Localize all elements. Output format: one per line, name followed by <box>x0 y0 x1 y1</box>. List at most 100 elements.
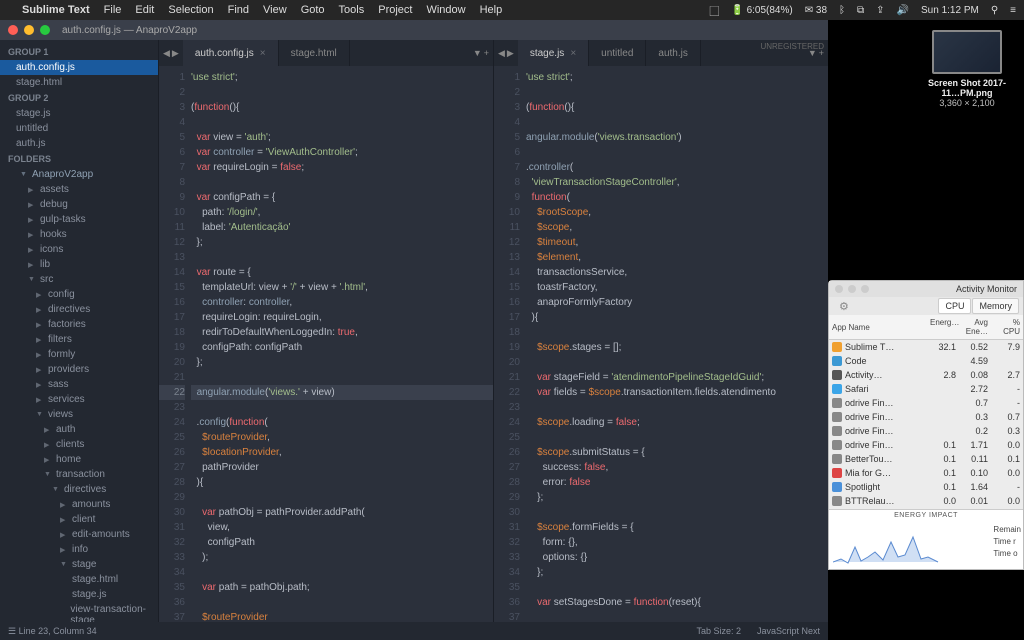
sidebar-folder[interactable]: ▼stage <box>0 557 158 572</box>
status-tabsize[interactable]: Tab Size: 2 <box>696 626 741 636</box>
sidebar-open-file[interactable]: stage.html <box>0 75 158 90</box>
sidebar-folder[interactable]: ▶amounts <box>0 497 158 512</box>
sidebar-file[interactable]: stage.js <box>0 587 158 602</box>
tab-prev-icon[interactable]: ◀ <box>163 48 170 59</box>
sidebar-folder[interactable]: ▶filters <box>0 332 158 347</box>
tab-auth-js[interactable]: auth.js <box>646 40 700 66</box>
minimize-icon[interactable] <box>848 285 856 293</box>
activity-row[interactable]: BTTRelau…0.00.010.0 <box>829 494 1023 508</box>
menu-help[interactable]: Help <box>480 4 503 16</box>
close-icon[interactable] <box>8 25 18 35</box>
sidebar-folder[interactable]: ▶gulp-tasks <box>0 212 158 227</box>
sidebar-folder[interactable]: ▶hooks <box>0 227 158 242</box>
activity-tab-cpu[interactable]: CPU <box>938 298 971 314</box>
menu-view[interactable]: View <box>263 4 287 16</box>
desktop-screenshot-file[interactable]: Screen Shot 2017-11…PM.png 3,360 × 2,100 <box>922 30 1012 108</box>
clock[interactable]: Sun 1:12 PM <box>921 5 979 16</box>
menu-find[interactable]: Find <box>228 4 249 16</box>
tab-untitled[interactable]: untitled <box>589 40 646 66</box>
sidebar-folder[interactable]: ▶lib <box>0 257 158 272</box>
sidebar-folder[interactable]: ▼views <box>0 407 158 422</box>
sidebar-folder[interactable]: ▶home <box>0 452 158 467</box>
window-titlebar[interactable]: auth.config.js — AnaproV2app <box>0 20 828 40</box>
sidebar-open-file[interactable]: auth.js <box>0 136 158 151</box>
activity-row[interactable]: Code4.59 <box>829 354 1023 368</box>
sidebar-folder[interactable]: ▶client <box>0 512 158 527</box>
menu-window[interactable]: Window <box>426 4 465 16</box>
menu-project[interactable]: Project <box>378 4 412 16</box>
sidebar-open-file[interactable]: stage.js <box>0 106 158 121</box>
menu-app[interactable]: Sublime Text <box>22 4 90 16</box>
mail-icon[interactable]: ✉ 38 <box>805 5 827 16</box>
sidebar-file[interactable]: view-transaction-stage <box>0 602 158 622</box>
dropbox-icon[interactable]: ⧉ <box>857 5 864 16</box>
activity-row[interactable]: odrive Fin…0.30.7 <box>829 410 1023 424</box>
menu-tools[interactable]: Tools <box>339 4 365 16</box>
activity-row[interactable]: Sublime T…32.10.527.9 <box>829 340 1023 354</box>
activity-row[interactable]: Mia for G…0.10.100.0 <box>829 466 1023 480</box>
activity-row[interactable]: BetterTou…0.10.110.1 <box>829 452 1023 466</box>
sidebar-folder[interactable]: ▶providers <box>0 362 158 377</box>
sidebar-folder[interactable]: ▼transaction <box>0 467 158 482</box>
sidebar-folder[interactable]: ▶info <box>0 542 158 557</box>
gear-icon[interactable]: ⚙ <box>839 300 849 313</box>
activity-row[interactable]: odrive Fin…0.20.3 <box>829 424 1023 438</box>
activity-row[interactable]: Spotlight0.11.64- <box>829 480 1023 494</box>
close-icon[interactable] <box>835 285 843 293</box>
sidebar-file[interactable]: stage.html <box>0 572 158 587</box>
sidebar-open-file[interactable]: auth.config.js <box>0 60 158 75</box>
sidebar-folder-root[interactable]: ▼AnaproV2app <box>0 167 158 182</box>
status-syntax[interactable]: JavaScript Next <box>757 626 820 636</box>
sidebar-folder[interactable]: ▶icons <box>0 242 158 257</box>
tab-stage-js[interactable]: stage.js× <box>518 40 589 66</box>
activity-row[interactable]: odrive Fin…0.11.710.0 <box>829 438 1023 452</box>
battery-status[interactable]: 🔋 6:05(84%) <box>731 5 792 16</box>
sidebar-folder[interactable]: ▶clients <box>0 437 158 452</box>
activity-tab-memory[interactable]: Memory <box>972 298 1019 314</box>
wifi-icon[interactable]: ⇪ <box>876 5 884 16</box>
activity-row[interactable]: odrive Fin…0.7- <box>829 396 1023 410</box>
sidebar-folder[interactable]: ▶auth <box>0 422 158 437</box>
sidebar-open-file[interactable]: untitled <box>0 121 158 136</box>
editor-2[interactable]: 1234567891011121314151617181920212223242… <box>494 66 828 622</box>
sidebar-folder[interactable]: ▶debug <box>0 197 158 212</box>
activity-table-header[interactable]: App Name Energ… Avg Ene… % CPU <box>829 315 1023 340</box>
sidebar[interactable]: GROUP 1 auth.config.js stage.html GROUP … <box>0 40 158 622</box>
zoom-icon[interactable] <box>40 25 50 35</box>
spotlight-icon[interactable]: ⚲ <box>991 5 998 16</box>
tab-add-icon[interactable]: + <box>484 48 489 58</box>
sidebar-folder[interactable]: ▶edit-amounts <box>0 527 158 542</box>
sidebar-folder[interactable]: ▶config <box>0 287 158 302</box>
tab-next-icon[interactable]: ▶ <box>507 48 514 59</box>
activity-row[interactable]: Activity…2.80.082.7 <box>829 368 1023 382</box>
tab-auth-config[interactable]: auth.config.js× <box>183 40 279 66</box>
sidebar-folder[interactable]: ▼src <box>0 272 158 287</box>
zoom-icon[interactable] <box>861 285 869 293</box>
sidebar-folder[interactable]: ▼directives <box>0 482 158 497</box>
menu-goto[interactable]: Goto <box>301 4 325 16</box>
editor-1[interactable]: 1234567891011121314151617181920212223242… <box>159 66 493 622</box>
sidebar-folder[interactable]: ▶assets <box>0 182 158 197</box>
sidebar-folder[interactable]: ▶factories <box>0 317 158 332</box>
minimize-icon[interactable] <box>24 25 34 35</box>
tab-overflow-icon[interactable]: ▼ <box>473 48 482 58</box>
activity-monitor-window[interactable]: Activity Monitor ⚙ CPU Memory App Name E… <box>828 280 1024 570</box>
activity-table[interactable]: App Name Energ… Avg Ene… % CPU Sublime T… <box>829 315 1023 509</box>
menu-file[interactable]: File <box>104 4 122 16</box>
tab-close-icon[interactable]: × <box>570 48 576 59</box>
menu-edit[interactable]: Edit <box>135 4 154 16</box>
menu-selection[interactable]: Selection <box>168 4 213 16</box>
tab-prev-icon[interactable]: ◀ <box>498 48 505 59</box>
volume-icon[interactable]: 🔊 <box>897 5 909 16</box>
sidebar-folder[interactable]: ▶formly <box>0 347 158 362</box>
tab-next-icon[interactable]: ▶ <box>172 48 179 59</box>
sidebar-folder[interactable]: ▶services <box>0 392 158 407</box>
sidebar-folder[interactable]: ▶directives <box>0 302 158 317</box>
sidebar-folder[interactable]: ▶sass <box>0 377 158 392</box>
activity-row[interactable]: Safari2.72- <box>829 382 1023 396</box>
tab-close-icon[interactable]: × <box>260 48 266 59</box>
tab-stage-html[interactable]: stage.html <box>279 40 350 66</box>
status-cursor[interactable]: ☰ Line 23, Column 34 <box>8 626 97 637</box>
bluetooth-icon[interactable]: ᛒ <box>839 5 845 16</box>
menu-extras-icon[interactable]: ≡ <box>1010 5 1016 16</box>
